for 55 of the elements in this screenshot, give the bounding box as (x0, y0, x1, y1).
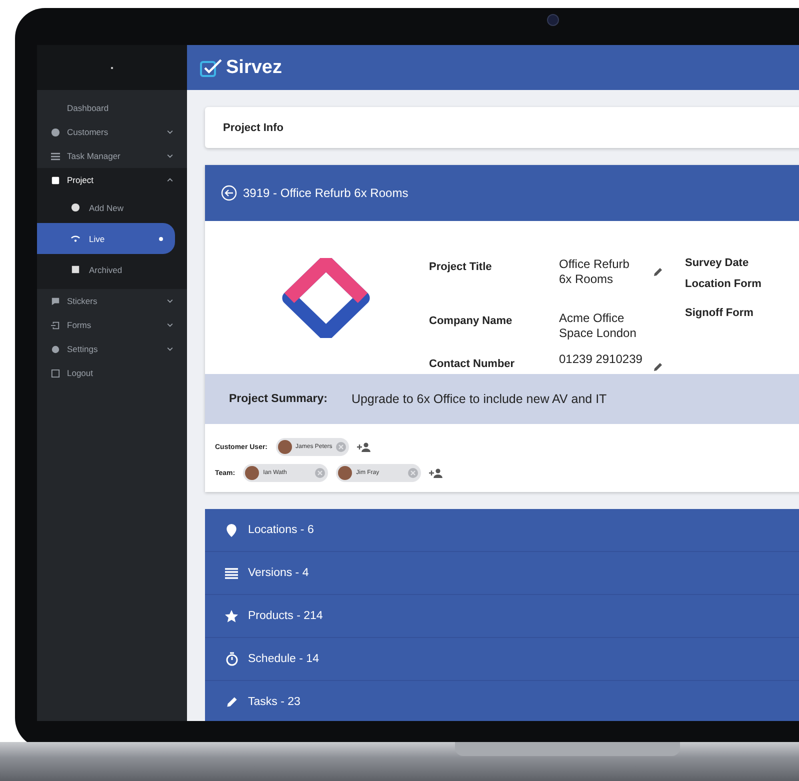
app-name: Sirvez (226, 56, 282, 78)
sidebar-subitem[interactable]: Live (37, 223, 175, 254)
sidebar-item[interactable]: Forms (37, 313, 187, 337)
field-label: Survey Date (685, 257, 750, 269)
ring-logo-icon (282, 258, 370, 338)
field-value: Acme Office Space London (559, 310, 636, 341)
add-person-icon[interactable] (357, 442, 372, 452)
chevron-icon (167, 154, 173, 158)
field-label: Project Title (429, 261, 492, 273)
project-heading: 3919 - Office Refurb 6x Rooms (243, 186, 408, 200)
wifi-icon (71, 234, 80, 243)
sidebar-item[interactable]: Project (37, 168, 187, 192)
edit-icon[interactable] (653, 362, 663, 372)
section-row[interactable]: Schedule - 14 (205, 638, 799, 681)
sidebar-item[interactable]: Logout (37, 361, 187, 385)
field-label: Signoff Form (685, 307, 754, 319)
sidebar-subitem[interactable]: Archived (37, 254, 175, 285)
section-row[interactable]: Products - 214 (205, 595, 799, 638)
location-pin-icon (226, 524, 237, 536)
avatar (278, 440, 292, 454)
sidebar-item[interactable]: Task Manager (37, 144, 187, 168)
field-label: Company Name (429, 314, 512, 327)
chevron-icon (167, 299, 173, 303)
field-value: Office Refurb 6x Rooms (559, 257, 630, 287)
page-title: Project Info (223, 122, 284, 134)
avatar (338, 466, 352, 480)
checkbox-logo-icon (200, 58, 222, 78)
pencil-icon (226, 696, 238, 708)
form-icon (51, 320, 60, 330)
section-row[interactable]: Tasks - 23 (205, 681, 799, 721)
chevron-icon (167, 130, 173, 134)
sidebar-item[interactable]: Dashboard (37, 96, 187, 120)
avatar (245, 466, 260, 480)
active-dot-icon (159, 236, 163, 240)
section-row[interactable]: Versions - 4 (205, 552, 799, 595)
star-icon (225, 610, 238, 622)
chevron-icon (167, 178, 173, 182)
list-icon (51, 152, 60, 160)
chevron-icon (167, 323, 173, 327)
sidebar-subitem[interactable]: Add New (37, 192, 175, 223)
field-value: 01239 2910239 (559, 352, 642, 368)
summary-label: Project Summary: (229, 393, 328, 405)
sidebar-item[interactable]: Stickers (37, 289, 187, 313)
section-row[interactable]: Locations - 6 (205, 509, 799, 552)
summary-text: Upgrade to 6x Office to include new AV and IT (351, 392, 607, 406)
field-label: Contact Number (429, 358, 515, 370)
sidebar-item[interactable]: Settings (37, 337, 187, 361)
add-person-icon[interactable] (429, 468, 444, 478)
edit-icon[interactable] (653, 267, 663, 277)
list-icon (225, 568, 238, 578)
field-label: Location Form (685, 278, 762, 290)
sticker-icon (51, 296, 60, 306)
sidebar-item[interactable]: Customers (37, 120, 187, 144)
chevron-icon (167, 347, 173, 351)
stopwatch-icon (226, 652, 238, 666)
